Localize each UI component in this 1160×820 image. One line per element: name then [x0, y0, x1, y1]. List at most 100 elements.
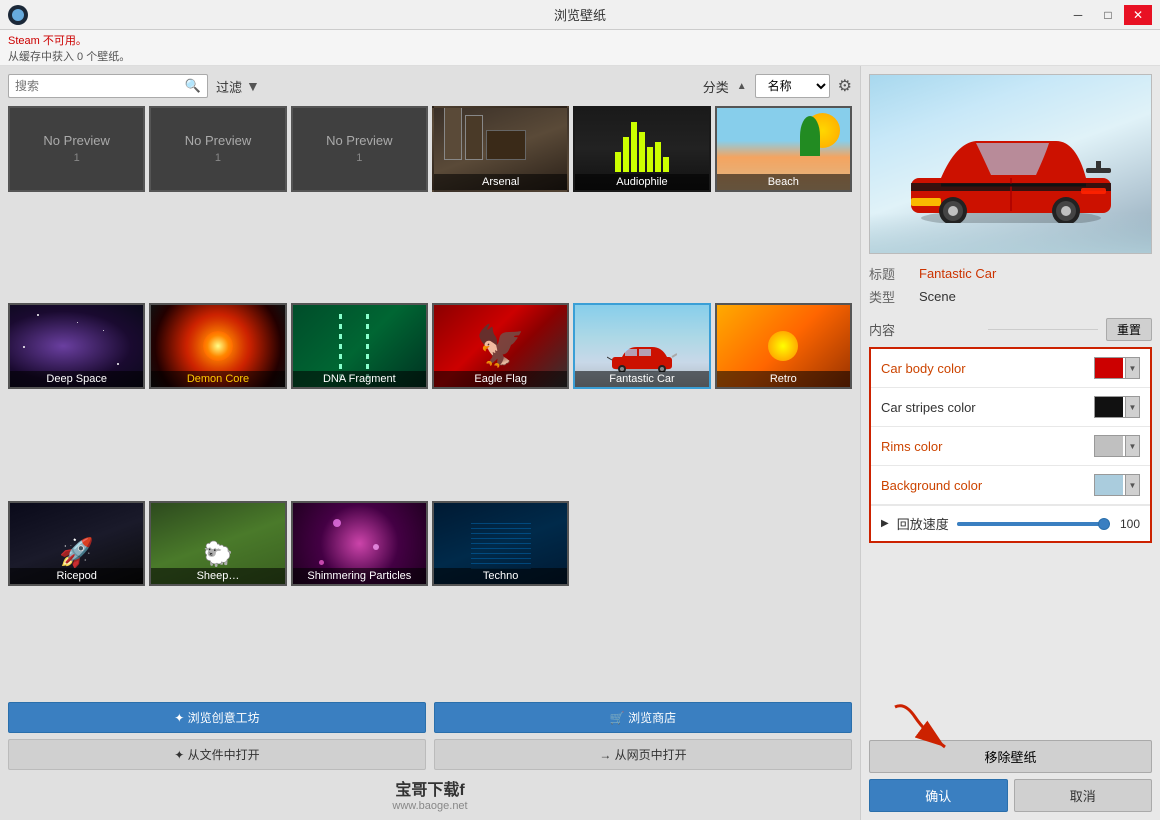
- wallpaper-label-beach: Beach: [717, 174, 850, 190]
- speed-track: [957, 522, 1104, 526]
- bottom-row-1: ✦ 浏览创意工坊 🛒 浏览商店: [8, 702, 852, 733]
- window-controls: ─ □ ✕: [1064, 5, 1152, 25]
- wallpaper-label-sheep: Sheep…: [151, 568, 284, 584]
- title-bar-left: [8, 5, 28, 25]
- title-label: 标题: [869, 264, 919, 283]
- sort-select[interactable]: 名称 日期: [755, 74, 830, 98]
- remove-wallpaper-button[interactable]: 移除壁纸: [869, 740, 1152, 773]
- close-button[interactable]: ✕: [1124, 5, 1152, 25]
- wallpaper-item-techno[interactable]: Techno: [432, 501, 569, 587]
- content-header: 内容 重置: [869, 318, 1152, 341]
- steam-status-bar: Steam 不可用。 从缓存中获入 0 个壁纸。: [0, 30, 1160, 66]
- bottom-buttons: ✦ 浏览创意工坊 🛒 浏览商店 ✦ 从文件中打开 → 从网页中打开: [8, 702, 852, 770]
- car-body-color-swatch: [1095, 358, 1123, 378]
- filter-area[interactable]: 过滤 ▼: [216, 77, 260, 96]
- watermark-text: 宝哥下载f: [8, 776, 852, 800]
- wallpaper-item-ricepod[interactable]: 🚀 Ricepod: [8, 501, 145, 587]
- filter-label: 过滤: [216, 77, 242, 96]
- search-box[interactable]: 🔍: [8, 74, 208, 98]
- speed-row: ▶ 回放速度 100: [871, 505, 1150, 541]
- type-label: 类型: [869, 287, 919, 306]
- wallpaper-item-dna[interactable]: DNA Fragment: [291, 303, 428, 389]
- car-stripes-color-arrow: ▼: [1125, 397, 1139, 417]
- wallpaper-item-retro[interactable]: Retro: [715, 303, 852, 389]
- bottom-row-2: ✦ 从文件中打开 → 从网页中打开: [8, 739, 852, 770]
- car-body-color-picker[interactable]: ▼: [1094, 357, 1140, 379]
- content-divider: [988, 329, 1099, 330]
- background-color-picker[interactable]: ▼: [1094, 474, 1140, 496]
- settings-icon[interactable]: ⚙: [838, 76, 852, 96]
- car-stripes-color-label: Car stripes color: [881, 400, 1094, 415]
- wallpaper-item-shimmering[interactable]: Shimmering Particles: [291, 501, 428, 587]
- wallpaper-item-noprev3[interactable]: No Preview 1: [291, 106, 428, 192]
- wallpaper-item-audiophile[interactable]: Audiophile: [573, 106, 710, 192]
- wallpaper-item-deep-space[interactable]: Deep Space: [8, 303, 145, 389]
- car-stripes-color-picker[interactable]: ▼: [1094, 396, 1140, 418]
- reset-button[interactable]: 重置: [1106, 318, 1152, 341]
- steam-cache-text: 从缓存中获入 0 个壁纸。: [8, 48, 1152, 64]
- content-label: 内容: [869, 320, 980, 339]
- wallpaper-label-fantastic: Fantastic Car: [575, 371, 708, 387]
- wallpaper-label-deep-space: Deep Space: [10, 371, 143, 387]
- wallpaper-item-demon-core[interactable]: Demon Core: [149, 303, 286, 389]
- speed-slider-container[interactable]: [957, 516, 1104, 532]
- window-title: 浏览壁纸: [554, 5, 606, 24]
- wallpaper-item-sheep[interactable]: 🐑 Sheep…: [149, 501, 286, 587]
- wallpaper-item-noprev1[interactable]: No Preview 1: [8, 106, 145, 192]
- right-panel: 标题 Fantastic Car 类型 Scene 内容 重置 Car body…: [860, 66, 1160, 820]
- rims-color-label: Rims color: [881, 439, 1094, 454]
- title-value: Fantastic Car: [919, 266, 996, 281]
- rims-color-swatch: [1095, 436, 1123, 456]
- wallpaper-item-noprev2[interactable]: No Preview 1: [149, 106, 286, 192]
- wallpaper-label-ricepod: Ricepod: [10, 568, 143, 584]
- sort-direction-icon: ▲: [737, 81, 747, 92]
- open-file-button[interactable]: ✦ 从文件中打开: [8, 739, 426, 770]
- maximize-button[interactable]: □: [1094, 5, 1122, 25]
- cancel-button[interactable]: 取消: [1014, 779, 1153, 812]
- wallpaper-label-arsenal: Arsenal: [434, 174, 567, 190]
- watermark-url: www.baoge.net: [8, 800, 852, 812]
- confirm-row: 确认 取消: [869, 779, 1152, 812]
- speed-value: 100: [1112, 517, 1140, 531]
- play-button[interactable]: ▶: [881, 518, 889, 529]
- wallpaper-label-techno: Techno: [434, 568, 567, 584]
- filter-icon: ▼: [246, 78, 260, 94]
- speed-label: 回放速度: [897, 514, 949, 533]
- prop-row-rims: Rims color ▼: [871, 427, 1150, 466]
- speed-fill: [957, 522, 1104, 526]
- title-bar: 浏览壁纸 ─ □ ✕: [0, 0, 1160, 30]
- background-color-swatch: [1095, 475, 1123, 495]
- background-color-label: Background color: [881, 478, 1094, 493]
- prop-row-car-body: Car body color ▼: [871, 349, 1150, 388]
- spacer: [869, 543, 1152, 740]
- wallpaper-item-beach[interactable]: Beach: [715, 106, 852, 192]
- wallpaper-label-shimmering: Shimmering Particles: [293, 568, 426, 584]
- watermark: 宝哥下载f www.baoge.net: [8, 776, 852, 812]
- browse-workshop-button[interactable]: ✦ 浏览创意工坊: [8, 702, 426, 733]
- wallpaper-item-fantastic[interactable]: Fantastic Car: [573, 303, 710, 389]
- preview-image: [869, 74, 1152, 254]
- sort-label: 分类: [703, 77, 729, 96]
- browse-store-button[interactable]: 🛒 浏览商店: [434, 702, 852, 733]
- info-section: 标题 Fantastic Car 类型 Scene: [869, 264, 1152, 310]
- car-stripes-color-swatch: [1095, 397, 1123, 417]
- rims-color-picker[interactable]: ▼: [1094, 435, 1140, 457]
- confirm-button[interactable]: 确认: [869, 779, 1008, 812]
- wallpaper-item-arsenal[interactable]: Arsenal: [432, 106, 569, 192]
- minimize-button[interactable]: ─: [1064, 5, 1092, 25]
- sort-area: 分类 ▲ 名称 日期 ⚙: [703, 74, 852, 98]
- wallpaper-label-eagle: Eagle Flag: [434, 371, 567, 387]
- left-panel: 🔍 过滤 ▼ 分类 ▲ 名称 日期 ⚙ No Preview: [0, 66, 860, 820]
- info-row-type: 类型 Scene: [869, 287, 1152, 306]
- car-body-color-label: Car body color: [881, 361, 1094, 376]
- wallpaper-label-dna: DNA Fragment: [293, 371, 426, 387]
- wallpaper-item-eagle[interactable]: 🦅 Eagle Flag: [432, 303, 569, 389]
- search-input[interactable]: [15, 79, 185, 93]
- open-web-button[interactable]: → 从网页中打开: [434, 739, 852, 770]
- car-body-color-arrow: ▼: [1125, 358, 1139, 378]
- steam-logo-icon: [8, 5, 28, 25]
- wallpaper-grid: No Preview 1 No Preview 1 No Preview 1: [8, 106, 852, 694]
- speed-thumb[interactable]: [1098, 518, 1110, 530]
- search-icon[interactable]: 🔍: [185, 78, 201, 94]
- background-color-arrow: ▼: [1125, 475, 1139, 495]
